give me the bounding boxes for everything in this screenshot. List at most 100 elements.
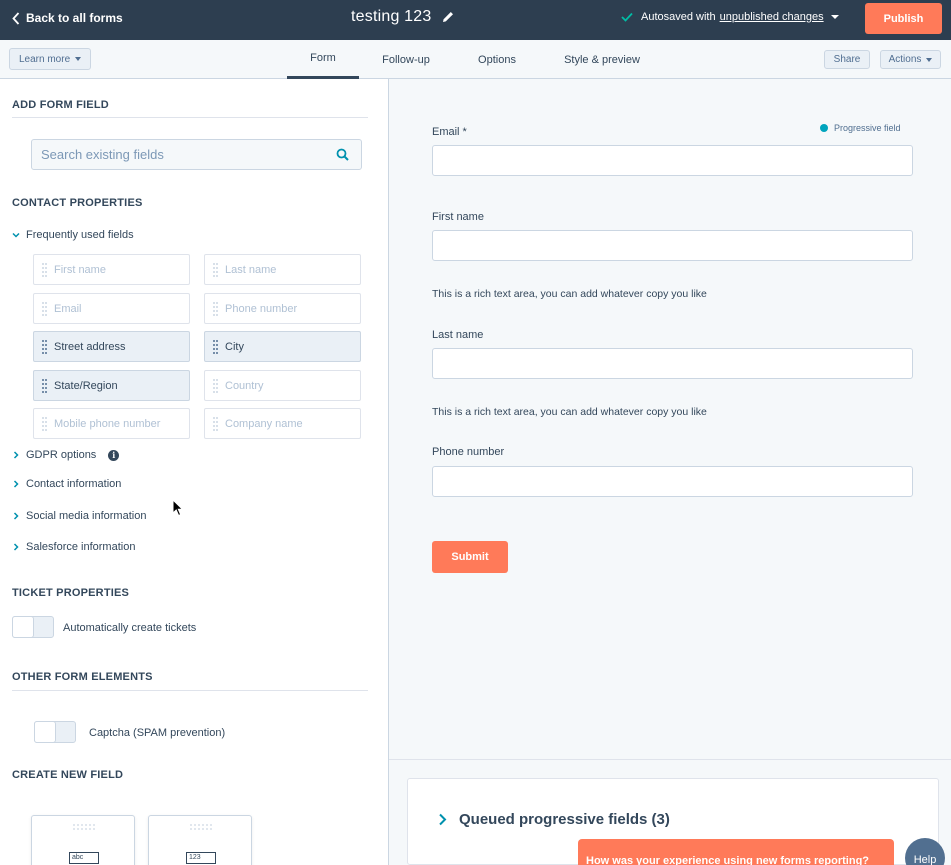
- contact-information-toggle[interactable]: Contact information: [12, 478, 121, 490]
- field-city[interactable]: City: [204, 331, 361, 362]
- last-name-input[interactable]: [432, 348, 913, 379]
- field-label: Phone number: [225, 302, 298, 315]
- unpublished-changes-link[interactable]: unpublished changes: [720, 11, 824, 23]
- social-media-toggle[interactable]: Social media information: [12, 510, 146, 522]
- search-icon[interactable]: [336, 148, 349, 161]
- auto-tickets-toggle[interactable]: [12, 616, 54, 638]
- field-company-name[interactable]: Company name: [204, 408, 361, 439]
- field-label: First name: [54, 263, 106, 276]
- drag-handle-icon[interactable]: [34, 255, 54, 284]
- search-fields: [31, 139, 362, 170]
- field-email[interactable]: Email: [33, 293, 190, 324]
- form-canvas: Progressive field Email * First name Thi…: [389, 79, 951, 759]
- field-state-region[interactable]: State/Region: [33, 370, 190, 401]
- top-bar: Back to all forms testing 123 Autosaved …: [0, 0, 951, 40]
- toggle-knob: [34, 721, 56, 743]
- submit-button[interactable]: Submit: [432, 541, 508, 573]
- ticket-properties-heading: TICKET PROPERTIES: [12, 587, 130, 599]
- back-to-forms-link[interactable]: Back to all forms: [12, 11, 123, 25]
- field-label: Last name: [225, 263, 277, 276]
- actions-dropdown[interactable]: Actions: [880, 50, 941, 69]
- other-form-elements-heading: OTHER FORM ELEMENTS: [12, 671, 153, 683]
- check-icon: [621, 12, 633, 22]
- add-form-field-heading: ADD FORM FIELD: [12, 99, 109, 111]
- drag-handle-icon: [190, 824, 212, 830]
- field-mobile-phone[interactable]: Mobile phone number: [33, 408, 190, 439]
- field-phone-number[interactable]: Phone number: [204, 293, 361, 324]
- field-last-name[interactable]: Last name: [204, 254, 361, 285]
- first-name-label: First name: [432, 211, 484, 223]
- captcha-toggle[interactable]: [34, 721, 76, 743]
- pencil-icon[interactable]: [441, 10, 455, 24]
- divider: [12, 117, 368, 118]
- publish-button[interactable]: Publish: [865, 3, 942, 34]
- actions-label: Actions: [888, 54, 922, 65]
- divider: [389, 759, 951, 760]
- caret-down-icon[interactable]: [830, 15, 839, 19]
- new-text-field-card[interactable]: abc: [31, 815, 135, 865]
- learn-more-dropdown[interactable]: Learn more: [9, 48, 92, 70]
- chevron-right-icon: [13, 451, 19, 459]
- chevron-left-icon: [12, 11, 20, 25]
- tab-options[interactable]: Options: [462, 40, 532, 79]
- back-label: Back to all forms: [26, 11, 123, 25]
- auto-tickets-label: Automatically create tickets: [63, 622, 197, 634]
- drag-handle-icon[interactable]: [34, 332, 54, 361]
- drag-handle-icon[interactable]: [205, 255, 225, 284]
- caret-down-icon: [926, 57, 933, 62]
- field-label: Company name: [225, 417, 303, 430]
- progressive-dot-icon: [820, 124, 828, 132]
- email-input[interactable]: [432, 145, 913, 176]
- form-title[interactable]: testing 123: [351, 8, 431, 26]
- create-new-field-heading: CREATE NEW FIELD: [12, 769, 124, 781]
- search-input[interactable]: [32, 140, 322, 169]
- caret-down-icon: [75, 57, 82, 61]
- gdpr-options-toggle[interactable]: GDPR options i: [12, 449, 120, 461]
- tab-bar: Learn more Form Follow-up Options Style …: [0, 40, 951, 79]
- email-label: Email *: [432, 126, 467, 138]
- drag-handle-icon[interactable]: [205, 294, 225, 323]
- rich-text-area[interactable]: This is a rich text area, you can add wh…: [432, 406, 707, 418]
- info-icon[interactable]: i: [108, 449, 120, 461]
- chevron-right-icon: [13, 512, 19, 520]
- drag-handle-icon[interactable]: [34, 371, 54, 400]
- field-first-name[interactable]: First name: [33, 254, 190, 285]
- field-label: Street address: [54, 340, 126, 353]
- progressive-legend-label: Progressive field: [834, 123, 901, 133]
- salesforce-toggle[interactable]: Salesforce information: [12, 541, 135, 553]
- queued-toggle[interactable]: Queued progressive fields (3): [438, 811, 670, 828]
- chevron-right-icon: [13, 543, 19, 551]
- phone-input[interactable]: [432, 466, 913, 497]
- tab-style-preview[interactable]: Style & preview: [553, 40, 651, 79]
- tab-follow-up[interactable]: Follow-up: [370, 40, 442, 79]
- drag-handle-icon[interactable]: [205, 332, 225, 361]
- rich-text-area[interactable]: This is a rich text area, you can add wh…: [432, 288, 707, 300]
- field-label: State/Region: [54, 379, 118, 392]
- field-country[interactable]: Country: [204, 370, 361, 401]
- tab-form[interactable]: Form: [287, 40, 359, 79]
- social-media-label: Social media information: [26, 510, 147, 522]
- autosave-text: Autosaved with: [641, 11, 716, 23]
- salesforce-label: Salesforce information: [26, 541, 136, 553]
- contact-properties-heading: CONTACT PROPERTIES: [12, 197, 143, 209]
- new-number-field-card[interactable]: 123: [148, 815, 252, 865]
- field-street-address[interactable]: Street address: [33, 331, 190, 362]
- chevron-right-icon: [13, 480, 19, 488]
- drag-handle-icon[interactable]: [34, 294, 54, 323]
- field-label: Country: [225, 379, 264, 392]
- share-button[interactable]: Share: [824, 50, 870, 69]
- drag-handle-icon[interactable]: [34, 409, 54, 438]
- drag-handle-icon: [73, 824, 95, 830]
- drag-handle-icon[interactable]: [205, 371, 225, 400]
- field-label: Mobile phone number: [54, 417, 161, 430]
- last-name-label: Last name: [432, 329, 484, 341]
- add-form-field-panel: ADD FORM FIELD CONTACT PROPERTIES Freque…: [0, 79, 389, 865]
- frequently-used-toggle[interactable]: Frequently used fields: [12, 229, 134, 241]
- field-label: Email: [54, 302, 82, 315]
- feedback-banner[interactable]: How was your experience using new forms …: [578, 839, 894, 865]
- frequently-used-label: Frequently used fields: [26, 229, 134, 241]
- drag-handle-icon[interactable]: [205, 409, 225, 438]
- first-name-input[interactable]: [432, 230, 913, 261]
- form-title-group: testing 123: [351, 8, 455, 26]
- field-label: City: [225, 340, 244, 353]
